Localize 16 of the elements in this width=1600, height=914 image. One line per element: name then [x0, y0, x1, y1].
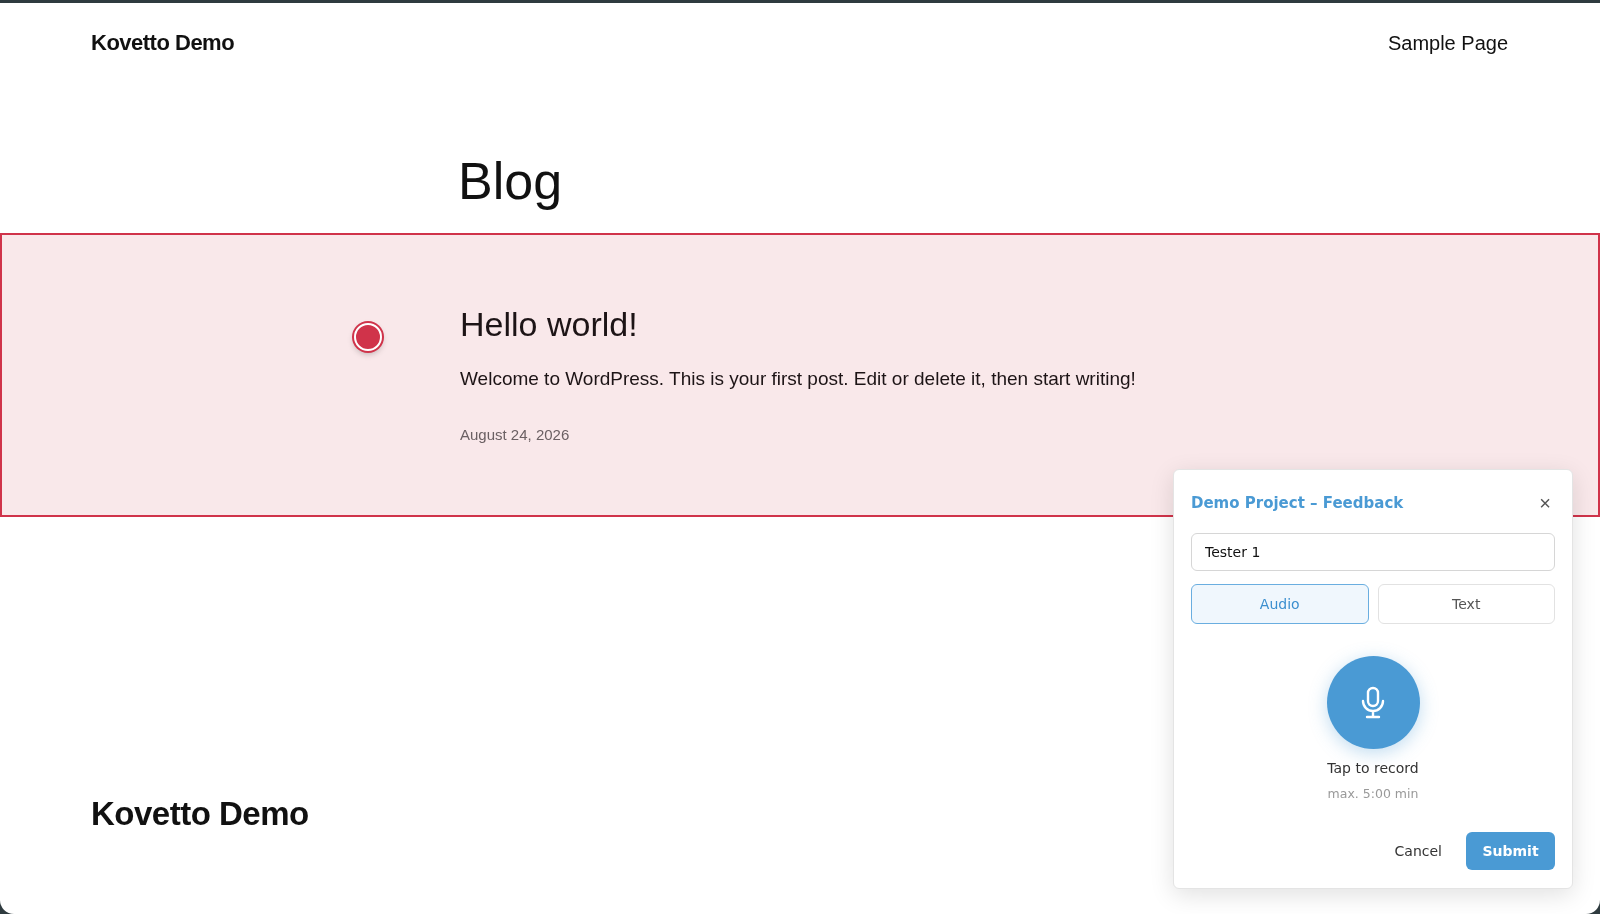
cancel-button[interactable]: Cancel: [1384, 835, 1452, 867]
post-excerpt: Welcome to WordPress. This is your first post. Edit or delete it, then start writing!: [460, 368, 1137, 390]
panel-title: Demo Project – Feedback: [1191, 494, 1404, 512]
record-button[interactable]: [1326, 656, 1420, 749]
record-limit: max. 5:00 min: [1327, 786, 1419, 801]
page-title: Blog: [458, 151, 564, 211]
nav-link[interactable]: Sample Page: [1387, 31, 1508, 54]
site-title[interactable]: Kovetto Demo: [91, 30, 235, 56]
record-pin-icon[interactable]: [354, 323, 382, 351]
footer-site-title[interactable]: Kovetto Demo: [91, 795, 309, 832]
post-title[interactable]: Hello world!: [460, 305, 1598, 344]
mode-tab[interactable]: Text: [1377, 584, 1555, 624]
name-field[interactable]: Tester 1: [1191, 533, 1555, 571]
close-button[interactable]: ×: [1535, 491, 1555, 515]
post-date: August 24, 2026: [460, 426, 570, 443]
record-label: Tap to record: [1327, 760, 1419, 776]
